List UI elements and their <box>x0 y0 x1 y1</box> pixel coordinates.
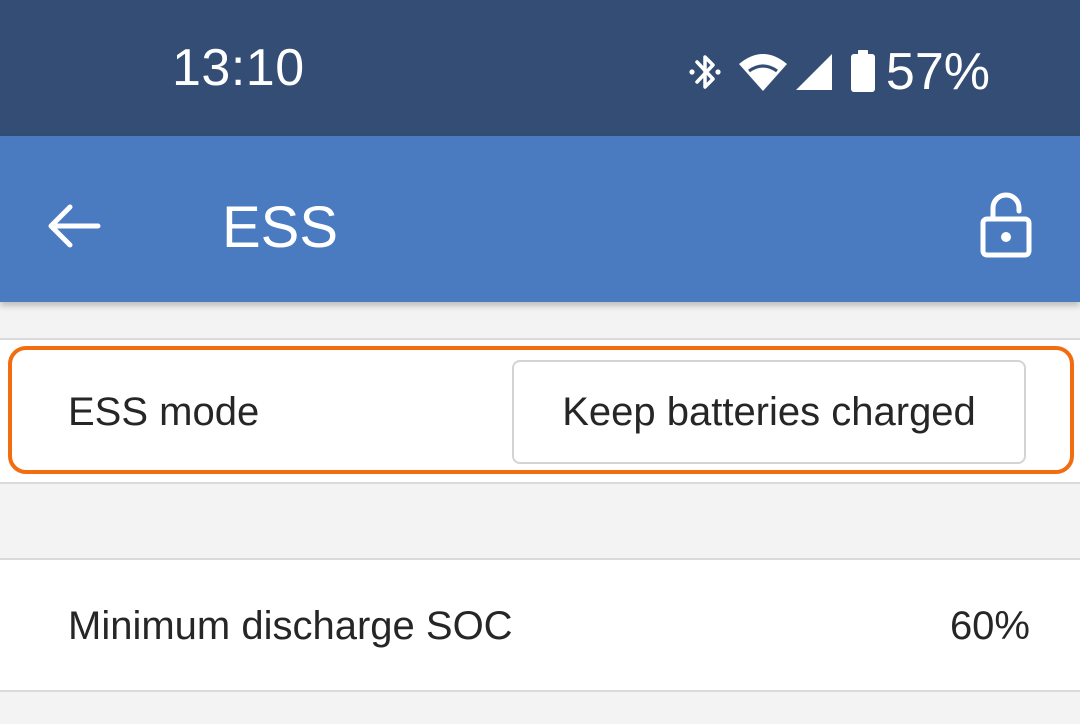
ess-mode-label: ESS mode <box>68 390 260 434</box>
lock-open-icon <box>980 192 1032 258</box>
battery-icon <box>850 50 875 92</box>
bluetooth-icon <box>689 55 721 89</box>
status-time: 13:10 <box>172 39 305 97</box>
min-discharge-soc-row[interactable]: Minimum discharge SOC 60% <box>0 558 1080 692</box>
back-button[interactable] <box>36 188 112 264</box>
cell-signal-icon <box>795 54 832 90</box>
lock-button[interactable] <box>968 182 1044 268</box>
ess-mode-row: ESS mode Keep batteries charged <box>0 338 1080 484</box>
min-discharge-soc-value: 60% <box>949 604 1030 648</box>
min-discharge-soc-label: Minimum discharge SOC <box>68 604 513 648</box>
settings-list: ESS mode Keep batteries charged Minimum … <box>0 302 1080 724</box>
battery-percent: 57% <box>885 43 990 101</box>
app-bar: ESS <box>0 136 1080 302</box>
wifi-icon <box>738 54 787 91</box>
arrow-back-icon <box>48 204 101 248</box>
page-title: ESS <box>222 195 339 260</box>
status-icons: 57% <box>688 40 990 104</box>
ess-mode-select[interactable]: Keep batteries charged <box>512 360 1026 464</box>
status-bar: 13:10 57% <box>0 0 1080 136</box>
